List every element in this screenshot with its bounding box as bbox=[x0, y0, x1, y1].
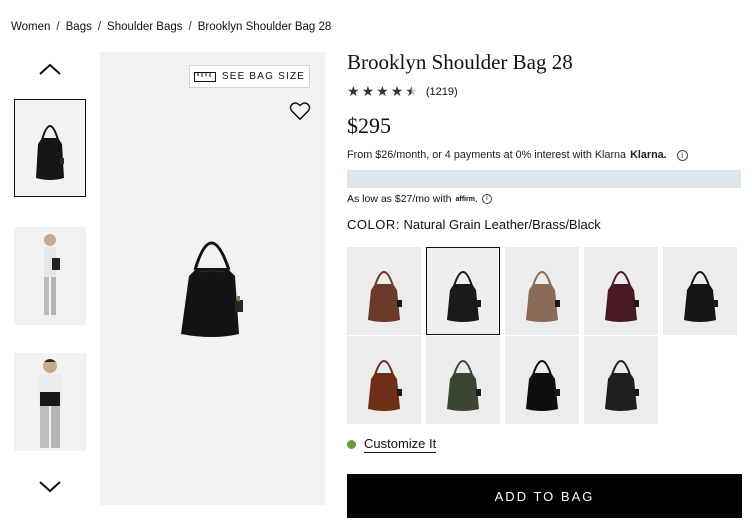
klarna-info-icon[interactable]: i bbox=[676, 149, 688, 161]
customize-label: Customize It bbox=[364, 436, 437, 453]
star-icon: ★ bbox=[361, 83, 375, 99]
see-bag-size-button[interactable]: SEE BAG SIZE bbox=[189, 65, 310, 88]
breadcrumb-shoulder-bags[interactable]: Shoulder Bags bbox=[107, 21, 182, 33]
product-title: Brooklyn Shoulder Bag 28 bbox=[347, 50, 573, 74]
thumbnail-model-side[interactable] bbox=[14, 227, 86, 325]
color-key: COLOR: bbox=[347, 217, 400, 232]
color-swatch[interactable] bbox=[663, 247, 737, 335]
color-swatch[interactable] bbox=[505, 336, 579, 424]
thumbnails-up-arrow-icon[interactable] bbox=[38, 62, 62, 82]
star-icon: ★ bbox=[376, 83, 389, 99]
breadcrumb-women[interactable]: Women bbox=[11, 21, 50, 33]
ruler-icon bbox=[193, 71, 216, 82]
klarna-text: From $26/month, or 4 payments at 0% inte… bbox=[347, 149, 627, 161]
swatch-bag-image bbox=[447, 271, 481, 322]
swatch-bag-image bbox=[684, 271, 718, 322]
thumbnail-bag-front[interactable] bbox=[14, 99, 86, 197]
color-value: Natural Grain Leather/Brass/Black bbox=[403, 217, 601, 232]
wishlist-heart-icon[interactable] bbox=[289, 101, 311, 121]
swatch-bag-image bbox=[368, 360, 402, 411]
color-swatch[interactable] bbox=[584, 247, 658, 335]
half-star-icon: ★ bbox=[405, 83, 418, 99]
color-swatch[interactable] bbox=[426, 336, 500, 424]
customize-it-link[interactable]: Customize It bbox=[347, 436, 437, 453]
breadcrumb-bags[interactable]: Bags bbox=[66, 21, 92, 33]
swatch-bag-image bbox=[526, 271, 560, 322]
thumbnail-model-front[interactable] bbox=[14, 353, 86, 451]
main-product-image[interactable]: SEE BAG SIZE bbox=[100, 52, 325, 505]
swatch-bag-image bbox=[605, 271, 639, 322]
affirm-suffix: . bbox=[474, 193, 478, 205]
product-rating[interactable]: ★ ★ ★ ★ ★ (1219) bbox=[347, 83, 458, 100]
color-swatch[interactable] bbox=[584, 336, 658, 424]
color-swatch[interactable] bbox=[505, 247, 579, 335]
product-price: $295 bbox=[347, 113, 391, 138]
affirm-financing: As low as $27/mo with affirm. i bbox=[347, 193, 492, 205]
affirm-info-icon[interactable]: i bbox=[481, 194, 492, 204]
add-to-bag-button[interactable]: ADD TO BAG bbox=[347, 474, 742, 518]
color-swatch[interactable] bbox=[347, 247, 421, 335]
main-bag-image bbox=[181, 241, 243, 337]
affirm-text: As low as $27/mo with bbox=[347, 193, 452, 205]
star-icon: ★ bbox=[347, 83, 360, 99]
rating-count: (1219) bbox=[425, 85, 458, 98]
klarna-financing: From $26/month, or 4 payments at 0% inte… bbox=[347, 149, 688, 161]
swatch-bag-image bbox=[447, 360, 481, 411]
color-swatch[interactable] bbox=[347, 336, 421, 424]
swatch-bag-image bbox=[605, 360, 639, 411]
klarna-logo: Klarna. bbox=[630, 149, 667, 161]
affirm-logo: affirm bbox=[455, 195, 475, 203]
customize-status-dot bbox=[347, 440, 356, 449]
swatch-bag-image bbox=[526, 360, 560, 411]
color-selection-label: COLOR: Natural Grain Leather/Brass/Black bbox=[347, 217, 601, 232]
promo-banner bbox=[347, 170, 741, 188]
swatch-bag-image bbox=[368, 271, 402, 322]
breadcrumb-current: Brooklyn Shoulder Bag 28 bbox=[197, 21, 332, 33]
see-bag-size-label: SEE BAG SIZE bbox=[221, 71, 306, 82]
breadcrumb: Women / Bags / Shoulder Bags / Brooklyn Should… bbox=[11, 21, 332, 33]
thumbnails-down-arrow-icon[interactable] bbox=[38, 480, 62, 500]
star-icon: ★ bbox=[390, 83, 404, 99]
color-swatch[interactable] bbox=[426, 247, 500, 335]
